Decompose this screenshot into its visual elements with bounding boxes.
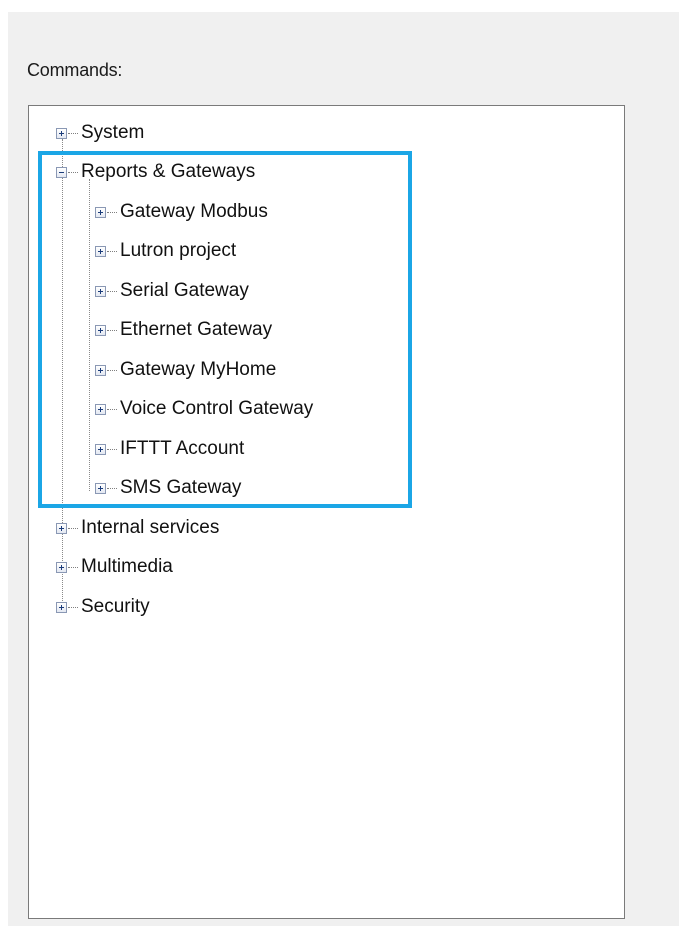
tree-item-label[interactable]: Multimedia: [81, 556, 173, 578]
tree-dotted-connector: [107, 448, 117, 450]
tree-item-label[interactable]: Voice Control Gateway: [120, 398, 313, 420]
plus-icon[interactable]: [95, 443, 106, 455]
tree-connector-children: [89, 179, 90, 491]
plus-icon[interactable]: [95, 482, 106, 494]
tree-item-gateway-myhome[interactable]: Gateway MyHome: [95, 350, 276, 390]
tree-item-label[interactable]: IFTTT Account: [120, 438, 244, 460]
tree-item-label[interactable]: Internal services: [81, 517, 219, 539]
tree-item-voice-control-gateway[interactable]: Voice Control Gateway: [95, 389, 313, 429]
plus-icon[interactable]: [95, 364, 106, 376]
plus-icon[interactable]: [56, 127, 67, 139]
tree-item-label[interactable]: Lutron project: [120, 240, 236, 262]
commands-tree[interactable]: System Reports & Gateways Gateway Modbus…: [28, 105, 625, 919]
tree-item-ethernet-gateway[interactable]: Ethernet Gateway: [95, 310, 272, 350]
tree-item-label[interactable]: SMS Gateway: [120, 477, 241, 499]
tree-dotted-connector: [107, 369, 117, 371]
tree-dotted-connector: [107, 211, 117, 213]
plus-icon[interactable]: [95, 245, 106, 257]
tree-item-label[interactable]: Security: [81, 596, 150, 618]
plus-icon[interactable]: [56, 561, 67, 573]
tree-dotted-connector: [107, 290, 117, 292]
tree-item-lutron-project[interactable]: Lutron project: [95, 231, 236, 271]
tree-item-serial-gateway[interactable]: Serial Gateway: [95, 271, 249, 311]
tree-dotted-connector: [107, 329, 117, 331]
tree-item-internal-services[interactable]: Internal services: [56, 508, 219, 548]
tree-dotted-connector: [107, 250, 117, 252]
tree-dotted-connector: [68, 606, 78, 608]
tree-dotted-connector: [68, 566, 78, 568]
tree-dotted-connector: [68, 132, 78, 134]
commands-label: Commands:: [27, 60, 123, 80]
tree-dotted-connector: [68, 527, 78, 529]
tree-dotted-connector: [107, 408, 117, 410]
tree-item-label[interactable]: Gateway MyHome: [120, 359, 276, 381]
tree-item-label[interactable]: Reports & Gateways: [81, 161, 255, 183]
plus-icon[interactable]: [95, 206, 106, 218]
tree-item-label[interactable]: System: [81, 122, 144, 144]
tree-item-label[interactable]: Ethernet Gateway: [120, 319, 272, 341]
plus-icon[interactable]: [95, 285, 106, 297]
tree-item-ifttt-account[interactable]: IFTTT Account: [95, 429, 244, 469]
tree-item-system[interactable]: System: [56, 113, 144, 153]
tree-item-label[interactable]: Gateway Modbus: [120, 201, 268, 223]
tree-dotted-connector: [68, 171, 78, 173]
tree-item-multimedia[interactable]: Multimedia: [56, 547, 173, 587]
tree-item-gateway-modbus[interactable]: Gateway Modbus: [95, 192, 268, 232]
plus-icon[interactable]: [56, 601, 67, 613]
tree-item-sms-gateway[interactable]: SMS Gateway: [95, 468, 241, 508]
tree-item-label[interactable]: Serial Gateway: [120, 280, 249, 302]
tree-item-security[interactable]: Security: [56, 587, 150, 627]
tree-dotted-connector: [107, 487, 117, 489]
plus-icon[interactable]: [56, 522, 67, 534]
plus-icon[interactable]: [95, 403, 106, 415]
plus-icon[interactable]: [95, 324, 106, 336]
minus-icon[interactable]: [56, 166, 67, 178]
tree-item-reports-gateways[interactable]: Reports & Gateways: [56, 152, 255, 192]
